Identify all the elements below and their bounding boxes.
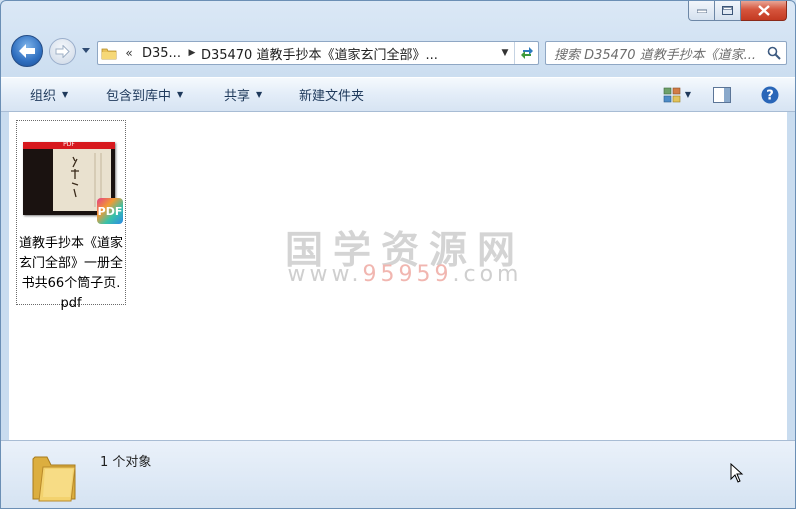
- forward-button[interactable]: [49, 38, 76, 65]
- overflow-chevron[interactable]: «: [120, 46, 138, 60]
- new-folder-label: 新建文件夹: [299, 89, 365, 104]
- caption-buttons: [688, 1, 787, 21]
- search-box[interactable]: 搜索 D35470 道教手抄本《道家...: [545, 41, 787, 65]
- refresh-icon: [520, 47, 533, 59]
- breadcrumb-separator-icon[interactable]: ▶: [185, 48, 199, 58]
- help-icon: ?: [761, 86, 779, 103]
- preview-pane-button[interactable]: [713, 86, 731, 103]
- arrow-right-icon: [55, 45, 70, 58]
- help-button[interactable]: ?: [761, 86, 779, 104]
- thumbnail-header-text: PDF: [63, 141, 75, 148]
- change-view-button[interactable]: [663, 87, 681, 103]
- close-button[interactable]: [741, 1, 787, 21]
- address-dropdown-icon[interactable]: ▼: [496, 48, 514, 58]
- file-name[interactable]: 道教手抄本《道家玄门全部》一册全书共66个筒子页.pdf: [19, 234, 123, 314]
- pdf-icon: PDF: [97, 198, 123, 224]
- preview-pane-icon: [713, 86, 731, 103]
- explorer-window: « D35... ▶ D35470 道教手抄本《道家玄门全部》... ▼ 搜索 …: [0, 0, 796, 509]
- mouse-cursor-icon: [730, 463, 744, 483]
- file-list-pane[interactable]: PDF PDF 道教手抄本《道家玄门全部》一册全书共66个筒子页.pdf 国学资…: [9, 112, 787, 440]
- details-pane: 1 个对象: [1, 440, 795, 508]
- caret-down-icon: ▼: [62, 90, 69, 99]
- search-input[interactable]: 搜索 D35470 道教手抄本《道家...: [554, 44, 762, 63]
- caret-down-icon: ▼: [256, 90, 263, 99]
- view-dropdown-icon[interactable]: ▼: [685, 90, 691, 99]
- status-text: 1 个对象: [100, 455, 152, 470]
- watermark-url-number: 95959: [362, 262, 453, 287]
- arrow-left-icon: [19, 44, 35, 58]
- view-options-icon: [663, 87, 681, 102]
- search-button[interactable]: [762, 42, 786, 64]
- folder-large-icon: [32, 456, 76, 502]
- close-icon: [757, 5, 770, 16]
- include-in-library-label: 包含到库中: [106, 89, 172, 104]
- history-dropdown-icon[interactable]: [81, 45, 91, 55]
- organize-label: 组织: [30, 89, 57, 104]
- maximize-button[interactable]: [715, 1, 741, 21]
- watermark-url-suffix: .com: [452, 262, 523, 287]
- caret-down-icon: ▼: [177, 90, 184, 99]
- watermark-url: www.95959.com: [275, 262, 535, 287]
- svg-text:?: ?: [766, 88, 774, 103]
- pdf-badge-label: PDF: [97, 204, 123, 218]
- breadcrumb-current[interactable]: D35470 道教手抄本《道家玄门全部》...: [199, 44, 496, 63]
- breadcrumb-parent[interactable]: D35...: [138, 46, 185, 61]
- back-button[interactable]: [11, 35, 43, 67]
- address-bar[interactable]: « D35... ▶ D35470 道教手抄本《道家玄门全部》... ▼: [97, 41, 539, 65]
- minimize-button[interactable]: [688, 1, 715, 21]
- share-menu[interactable]: 共享 ▼: [224, 78, 262, 111]
- organize-menu[interactable]: 组织 ▼: [30, 78, 68, 111]
- folder-icon: [98, 42, 120, 64]
- refresh-button[interactable]: [514, 42, 538, 64]
- minimize-icon: [696, 9, 707, 13]
- new-folder-button[interactable]: 新建文件夹: [299, 78, 364, 111]
- share-label: 共享: [224, 89, 251, 104]
- navigation-row: « D35... ▶ D35470 道教手抄本《道家玄门全部》... ▼ 搜索 …: [1, 31, 795, 69]
- include-in-library-menu[interactable]: 包含到库中 ▼: [106, 78, 183, 111]
- watermark-url-prefix: www.: [287, 262, 363, 287]
- search-icon: [767, 46, 781, 60]
- maximize-icon: [722, 6, 733, 15]
- thumbnail-header-bar: PDF: [23, 141, 115, 149]
- toolbar-right-group: ▼ ?: [663, 78, 795, 111]
- file-item[interactable]: PDF PDF 道教手抄本《道家玄门全部》一册全书共66个筒子页.pdf: [16, 120, 126, 311]
- command-bar: 组织 ▼ 包含到库中 ▼ 共享 ▼ 新建文件夹 ▼ ?: [1, 77, 795, 112]
